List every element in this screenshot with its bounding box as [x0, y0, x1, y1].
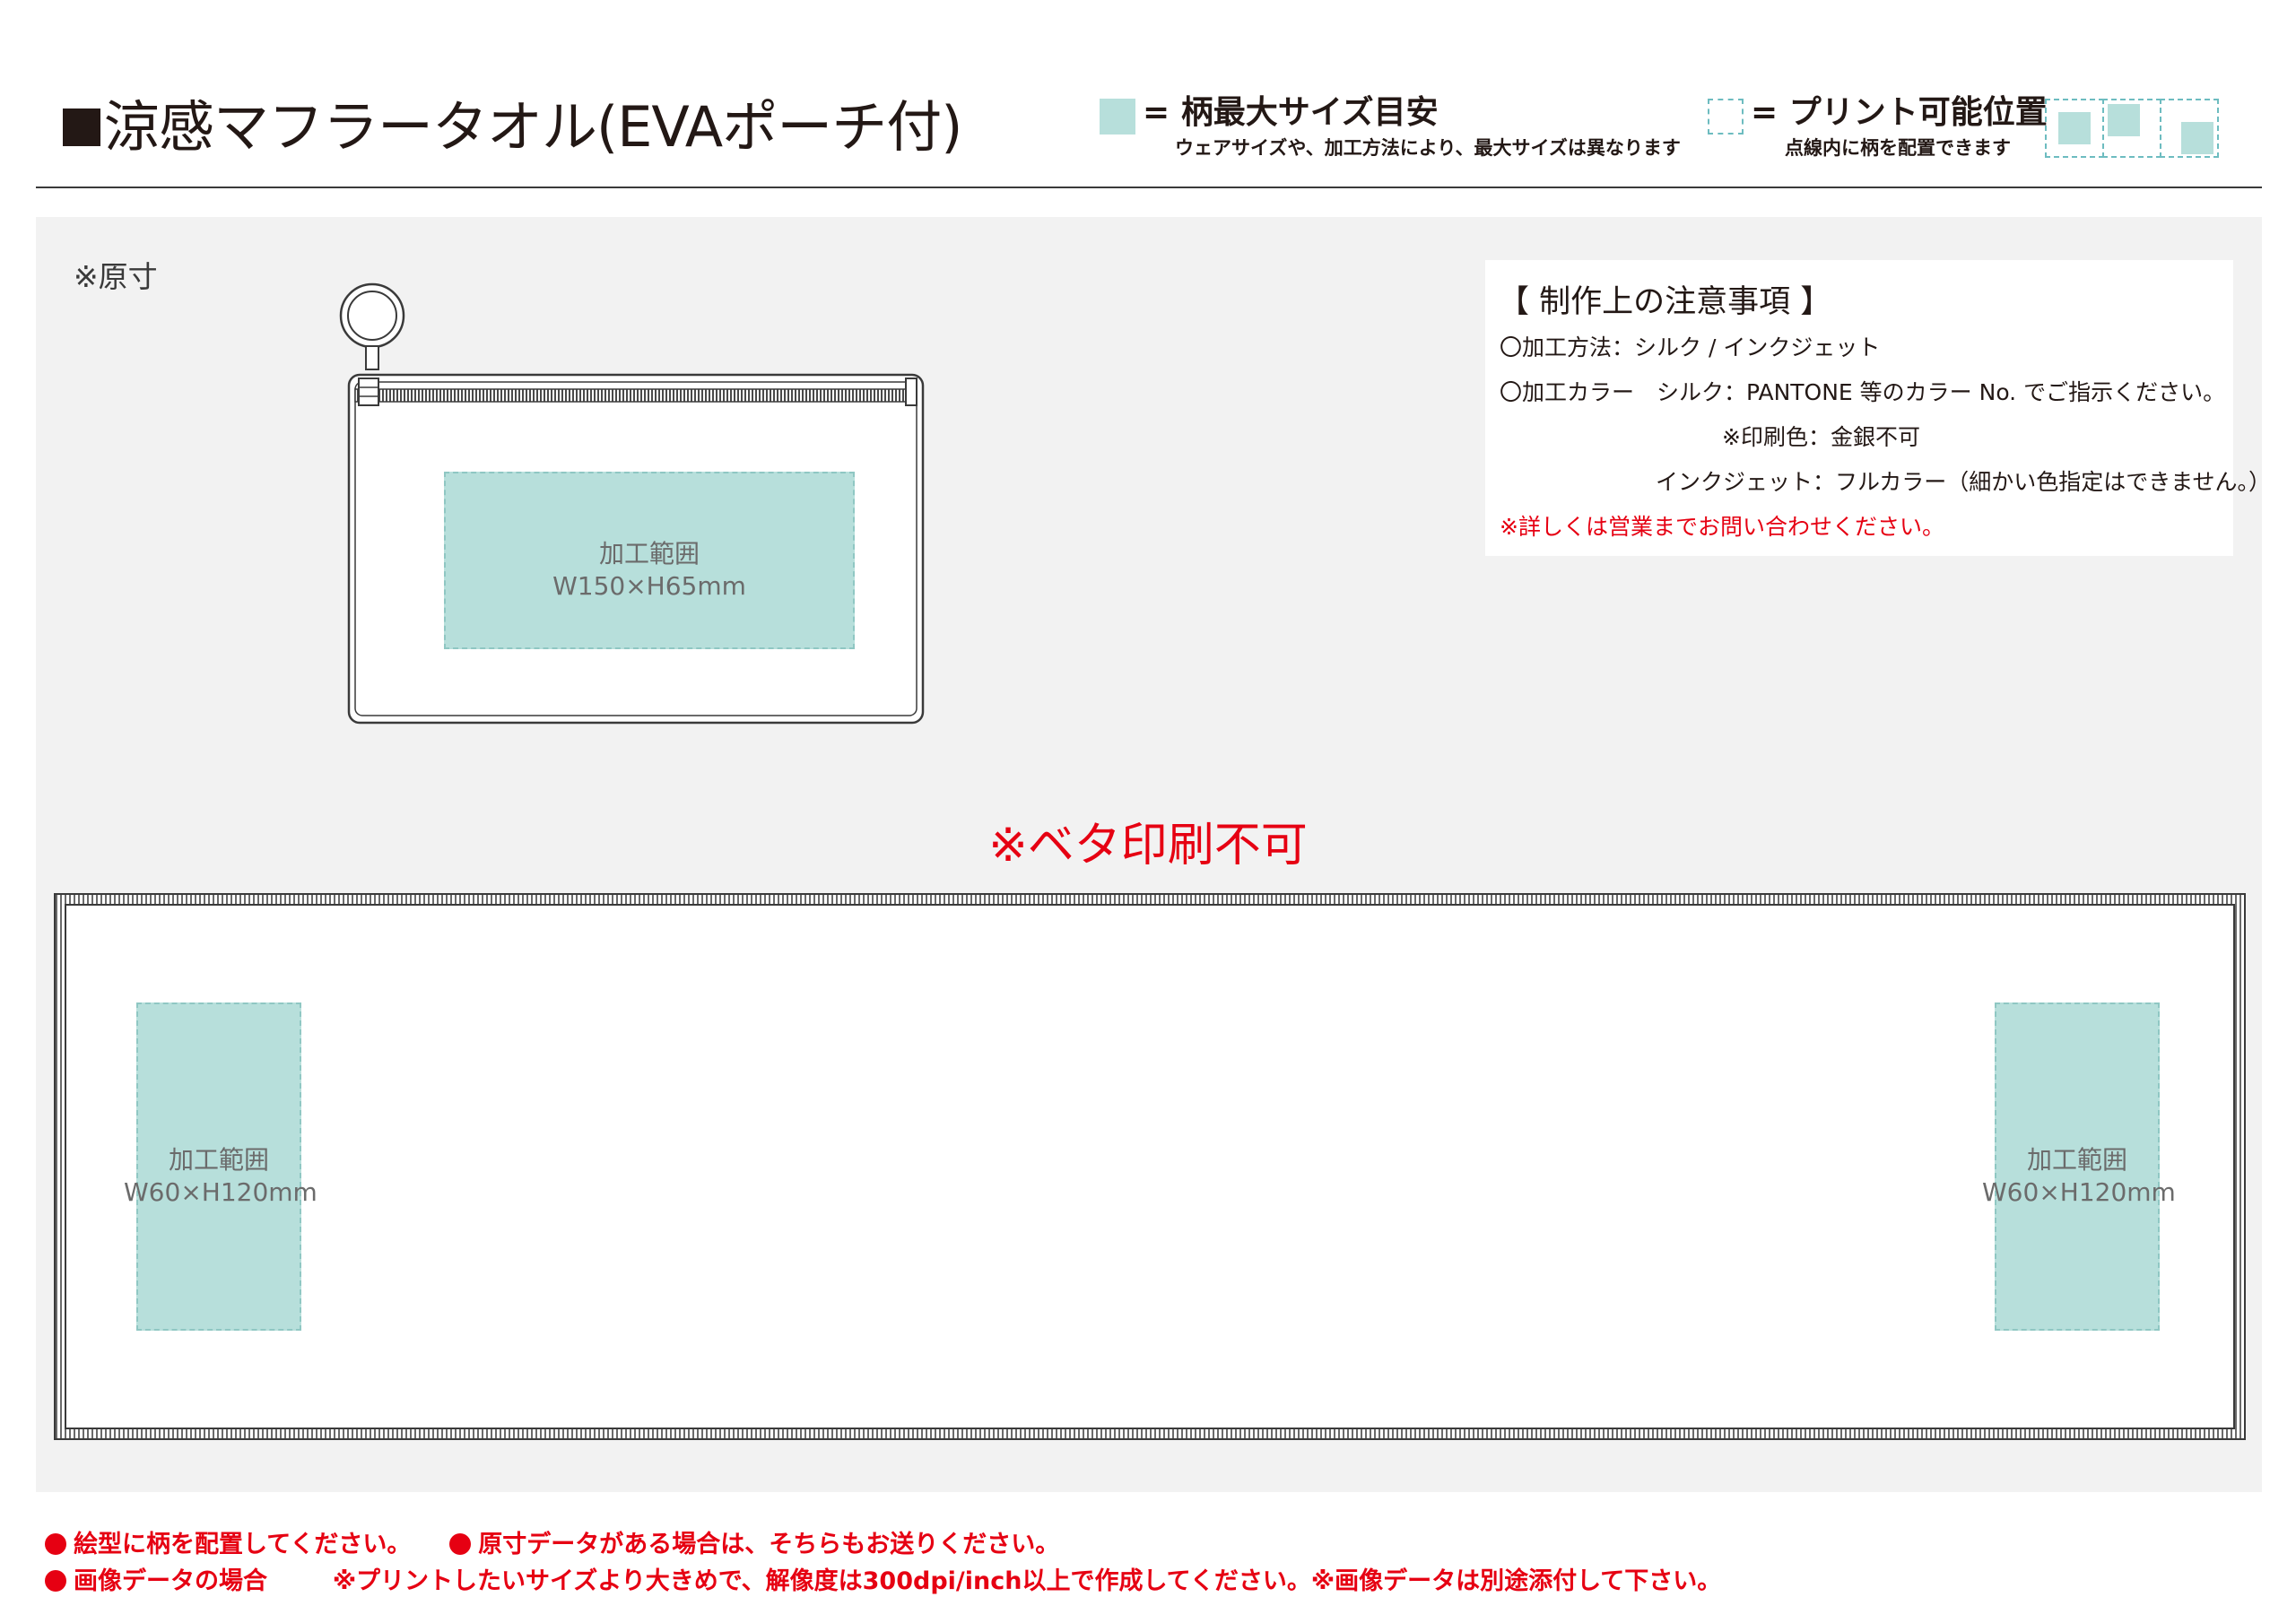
max-size-swatch-icon — [1100, 99, 1135, 135]
legend-max-size-note: ウェアサイズや、加工方法により、最大サイズは異なります — [1175, 137, 1681, 159]
towel-right-area-size: W60×H120mm — [1982, 1177, 2176, 1207]
page-title: 涼感マフラータオル(EVAポーチ付) — [63, 91, 962, 163]
pouch-print-area-label: 加工範囲 — [598, 539, 700, 568]
note-inkjet: インクジェット：フルカラー（細かい色指定はできません。） — [1656, 469, 2272, 495]
pouch-print-area-size: W150×H65mm — [552, 571, 746, 601]
red-bullet-icon — [45, 1570, 66, 1592]
towel-left-print-area: 加工範囲 W60×H120mm — [124, 1002, 317, 1331]
actual-size-note: ※原寸 — [74, 259, 158, 294]
red-bullet-icon — [45, 1533, 66, 1555]
square-bullet-icon — [63, 108, 100, 146]
footer-instructions-1: 絵型に柄を配置してください。 原寸データがある場合は、そちらもお送りください。 — [45, 1524, 1059, 1559]
note-contact: ※詳しくは営業までお問い合わせください。 — [1500, 514, 1944, 540]
header-divider — [36, 187, 2262, 188]
legend-print-position-note: 点線内に柄を配置できます — [1785, 137, 2011, 159]
placement-bottom-right-icon — [2160, 99, 2219, 158]
note-metallic: ※印刷色：金銀不可 — [1722, 424, 1920, 450]
towel-left-area-label: 加工範囲 — [168, 1145, 269, 1175]
note-method: 〇加工方法：シルク / インクジェット — [1500, 334, 1881, 360]
towel-drawing — [54, 893, 2246, 1440]
note-color: 〇加工カラー シルク：PANTONE 等のカラー No. でご指示ください。 — [1500, 379, 2226, 405]
towel-right-print-area: 加工範囲 W60×H120mm — [1982, 1002, 2176, 1331]
towel-left-area-size: W60×H120mm — [124, 1177, 317, 1207]
towel-body — [65, 904, 2235, 1429]
legend-print-position-label: = プリント可能位置 — [1751, 94, 2048, 131]
towel-right-area-label: 加工範囲 — [2026, 1145, 2127, 1175]
footer-instructions-2: 画像データの場合 ※プリントしたいサイズより大きめで、解像度は300dpi/in… — [45, 1561, 1721, 1596]
notes-title: 【 制作上の注意事項 】 — [1498, 284, 1832, 320]
placement-center-icon — [2045, 99, 2104, 158]
print-position-dashed-icon — [1708, 99, 1744, 135]
production-notes: 【 制作上の注意事項 】 〇加工方法：シルク / インクジェット 〇加工カラー … — [1485, 260, 2271, 556]
red-bullet-icon — [449, 1533, 472, 1555]
solid-print-warning: ※ベタ印刷不可 — [988, 819, 1308, 872]
legend-max-size-label: = 柄最大サイズ目安 — [1143, 94, 1439, 131]
placement-top-left-icon — [2102, 99, 2161, 158]
pouch-print-area: 加工範囲 W150×H65mm — [444, 472, 855, 649]
